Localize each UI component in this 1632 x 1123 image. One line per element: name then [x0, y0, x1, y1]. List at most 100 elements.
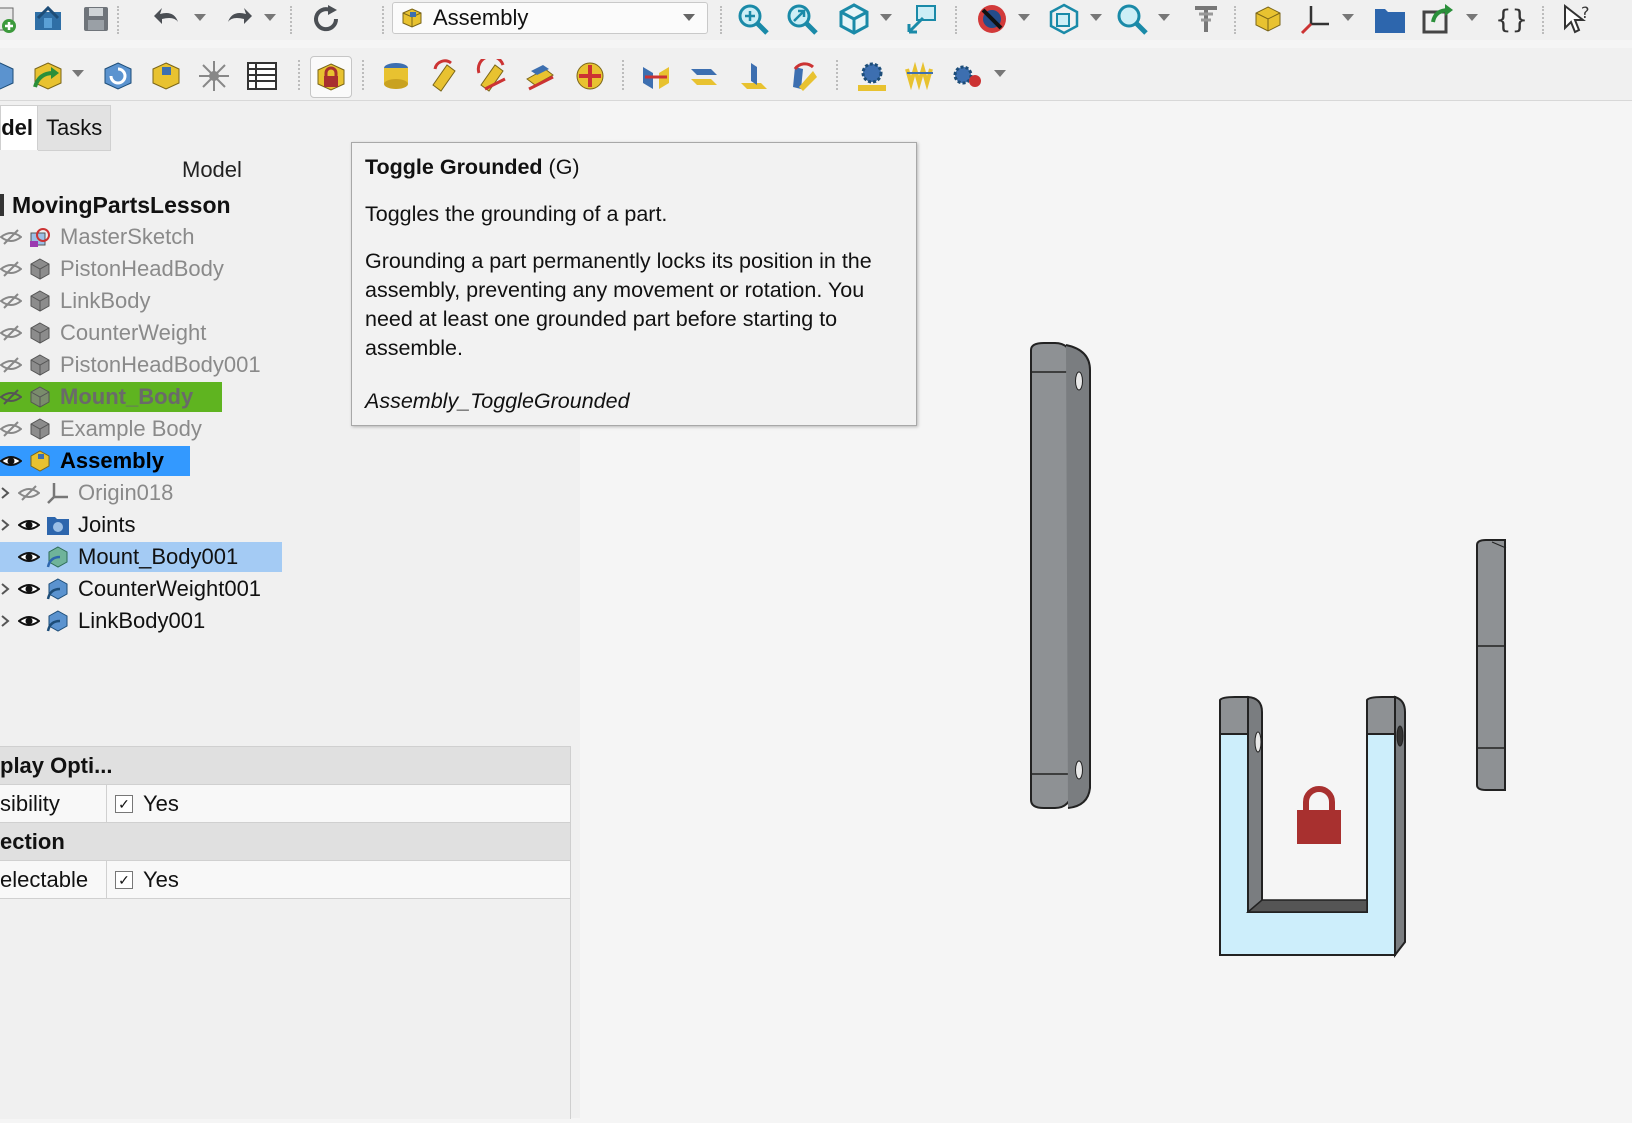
angle-joint-icon[interactable] — [782, 56, 822, 96]
redo-icon[interactable] — [220, 2, 256, 36]
toolbar-grip[interactable] — [720, 6, 726, 34]
bom-spreadsheet-icon[interactable] — [242, 56, 282, 96]
tree-item-joints[interactable]: Joints — [1, 509, 135, 541]
reload-icon[interactable] — [98, 56, 138, 96]
new-part-icon[interactable] — [0, 2, 22, 36]
visibility-icon[interactable] — [18, 612, 40, 630]
chevron-right-icon[interactable] — [0, 614, 10, 628]
revolute-joint-icon[interactable] — [424, 56, 464, 96]
counterweight-part[interactable] — [1476, 539, 1507, 791]
screw-joint-icon[interactable] — [900, 56, 940, 96]
create-assembly-icon[interactable] — [146, 56, 186, 96]
visibility-hidden-icon[interactable] — [0, 292, 22, 310]
toolbar-grip[interactable] — [955, 6, 961, 34]
part-icon[interactable] — [1250, 2, 1286, 36]
tree-item-origin018[interactable]: Origin018 — [1, 477, 173, 509]
tree-item-counterweight[interactable]: CounterWeight — [0, 317, 206, 349]
undo-dropdown-icon[interactable] — [194, 14, 206, 22]
tree-item-pistonheadbody001[interactable]: PistonHeadBody001 — [0, 349, 261, 381]
rack-pinion-icon[interactable] — [852, 56, 892, 96]
cylindrical-joint-icon[interactable] — [472, 56, 512, 96]
tab-tasks[interactable]: Tasks — [38, 105, 112, 151]
fixed-joint-icon[interactable] — [376, 56, 416, 96]
tree-item-linkbody001[interactable]: LinkBody001 — [1, 605, 205, 637]
property-row-selectable[interactable]: electable ✓ Yes — [0, 861, 570, 899]
dimension-icon[interactable] — [1188, 2, 1224, 36]
group-folder-icon[interactable] — [1372, 2, 1408, 36]
measure-icon[interactable] — [904, 2, 940, 36]
visibility-hidden-icon[interactable] — [18, 484, 40, 502]
gears-icon[interactable] — [948, 56, 988, 96]
ball-joint-icon[interactable] — [570, 56, 610, 96]
visibility-icon[interactable] — [18, 580, 40, 598]
export-icon[interactable] — [1420, 2, 1456, 36]
chevron-right-icon[interactable] — [0, 518, 10, 532]
draw-style-icon[interactable] — [974, 2, 1010, 36]
toolbar-grip[interactable] — [1234, 6, 1240, 34]
toolbar-grip[interactable] — [362, 60, 368, 90]
link-body-part[interactable] — [1030, 342, 1091, 809]
toolbar-grip[interactable] — [290, 6, 296, 34]
parallel-joint-icon[interactable] — [684, 56, 724, 96]
property-group-selection[interactable]: ection — [0, 823, 570, 861]
fit-selection-icon[interactable] — [784, 2, 820, 36]
chevron-right-icon[interactable] — [0, 582, 10, 596]
visibility-hidden-icon[interactable] — [0, 388, 22, 406]
open-icon[interactable] — [30, 2, 66, 36]
toolbar-grip[interactable] — [836, 60, 842, 90]
gears-dropdown-icon[interactable] — [994, 70, 1006, 78]
save-icon[interactable] — [78, 2, 114, 36]
property-group-display-options[interactable]: play Opti... — [0, 747, 570, 785]
zoom-icon[interactable] — [1114, 2, 1150, 36]
draw-style-dropdown-icon[interactable] — [1018, 14, 1030, 22]
property-row-visibility[interactable]: sibility ✓ Yes — [0, 785, 570, 823]
visibility-icon[interactable] — [18, 548, 40, 566]
link-dropdown-icon[interactable] — [72, 70, 84, 78]
tab-model[interactable]: del — [0, 105, 38, 150]
visibility-checkbox[interactable]: ✓ — [115, 794, 133, 813]
slider-joint-icon[interactable] — [520, 56, 560, 96]
tree-item-counterweight001[interactable]: CounterWeight001 — [1, 573, 261, 605]
link-icon[interactable] — [28, 56, 68, 96]
visibility-icon[interactable] — [0, 452, 22, 470]
toggle-grounded-button[interactable] — [310, 56, 352, 98]
chevron-right-icon[interactable] — [0, 486, 10, 500]
tree-item-mount-body[interactable]: Mount_Body — [0, 381, 222, 413]
tree-item-linkbody[interactable]: LinkBody — [0, 285, 151, 317]
toolbar-grip[interactable] — [1542, 6, 1548, 34]
fit-all-icon[interactable] — [735, 2, 771, 36]
toolbar-grip[interactable] — [622, 60, 628, 90]
isometric-view-icon[interactable] — [836, 2, 872, 36]
tree-item-mount-body001[interactable]: Mount_Body001 — [0, 541, 282, 573]
visibility-hidden-icon[interactable] — [0, 260, 22, 278]
macro-braces-icon[interactable]: {} — [1492, 2, 1528, 36]
visibility-icon[interactable] — [18, 516, 40, 534]
zoom-dropdown-icon[interactable] — [1158, 14, 1170, 22]
tree-item-mastersketch[interactable]: MasterSketch — [0, 221, 195, 253]
whats-this-icon[interactable]: ? — [1560, 2, 1596, 36]
toolbar-grip[interactable] — [298, 60, 304, 90]
tree-root[interactable]: MovingPartsLesson — [0, 189, 231, 221]
export-dropdown-icon[interactable] — [1466, 14, 1478, 22]
toolbar-grip[interactable] — [382, 6, 388, 34]
undo-icon[interactable] — [150, 2, 186, 36]
bounding-box-icon[interactable] — [1046, 2, 1082, 36]
tree-item-pistonheadbody[interactable]: PistonHeadBody — [0, 253, 224, 285]
bounding-box-dropdown-icon[interactable] — [1090, 14, 1102, 22]
body-icon[interactable] — [0, 56, 20, 96]
tree-item-assembly[interactable]: Assembly — [0, 445, 190, 477]
visibility-hidden-icon[interactable] — [0, 420, 22, 438]
view-dropdown-icon[interactable] — [880, 14, 892, 22]
redo-dropdown-icon[interactable] — [264, 14, 276, 22]
visibility-hidden-icon[interactable] — [0, 356, 22, 374]
perpendicular-joint-icon[interactable] — [734, 56, 774, 96]
tree-item-example-body[interactable]: Example Body — [0, 413, 202, 445]
refresh-icon[interactable] — [308, 2, 344, 36]
workbench-selector[interactable]: Assembly — [392, 2, 708, 34]
origin-dropdown-icon[interactable] — [1342, 14, 1354, 22]
visibility-hidden-icon[interactable] — [0, 324, 22, 342]
toolbar-grip[interactable] — [117, 6, 123, 34]
origin-axis-icon[interactable] — [1298, 2, 1334, 36]
visibility-hidden-icon[interactable] — [0, 228, 22, 246]
distance-joint-icon[interactable] — [636, 56, 676, 96]
